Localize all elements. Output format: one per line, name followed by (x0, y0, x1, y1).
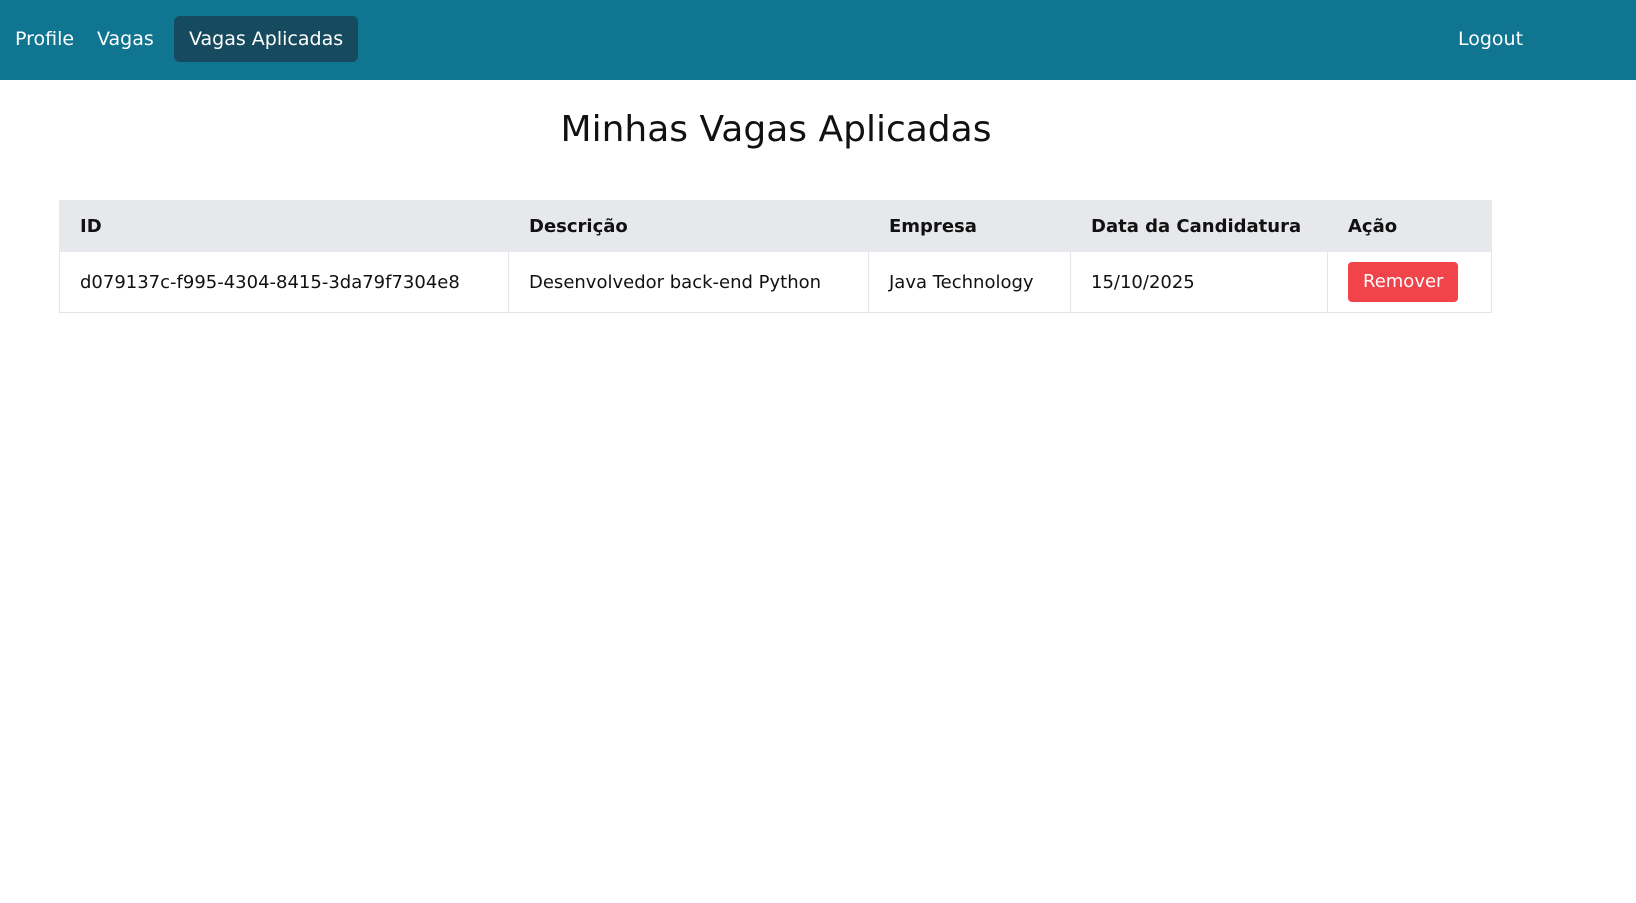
top-navbar: Profile Vagas Vagas Aplicadas Logout (0, 0, 1636, 80)
cell-descricao: Desenvolvedor back-end Python (508, 251, 869, 313)
table-header-row: ID Descrição Empresa Data da Candidatura… (59, 200, 1492, 252)
cell-id: d079137c-f995-4304-8415-3da79f7304e8 (59, 251, 509, 313)
page-title: Minhas Vagas Aplicadas (560, 109, 992, 150)
header-id: ID (59, 200, 509, 252)
header-empresa: Empresa (868, 200, 1071, 252)
logout-link[interactable]: Logout (1458, 16, 1523, 62)
remove-button[interactable]: Remover (1348, 262, 1459, 302)
cell-data: 15/10/2025 (1070, 251, 1328, 313)
nav-link-profile[interactable]: Profile (15, 16, 74, 62)
header-data-candidatura: Data da Candidatura (1070, 200, 1328, 252)
table-body: d079137c-f995-4304-8415-3da79f7304e8 Des… (59, 251, 1492, 313)
table-header: ID Descrição Empresa Data da Candidatura… (59, 200, 1492, 252)
nav-link-vagas-aplicadas[interactable]: Vagas Aplicadas (174, 16, 359, 62)
cell-acao: Remover (1327, 251, 1492, 313)
applied-jobs-table: ID Descrição Empresa Data da Candidatura… (59, 200, 1492, 313)
header-acao: Ação (1327, 200, 1492, 252)
table-row: d079137c-f995-4304-8415-3da79f7304e8 Des… (59, 251, 1492, 313)
cell-empresa: Java Technology (868, 251, 1071, 313)
nav-link-vagas[interactable]: Vagas (97, 16, 154, 62)
header-descricao: Descrição (508, 200, 869, 252)
